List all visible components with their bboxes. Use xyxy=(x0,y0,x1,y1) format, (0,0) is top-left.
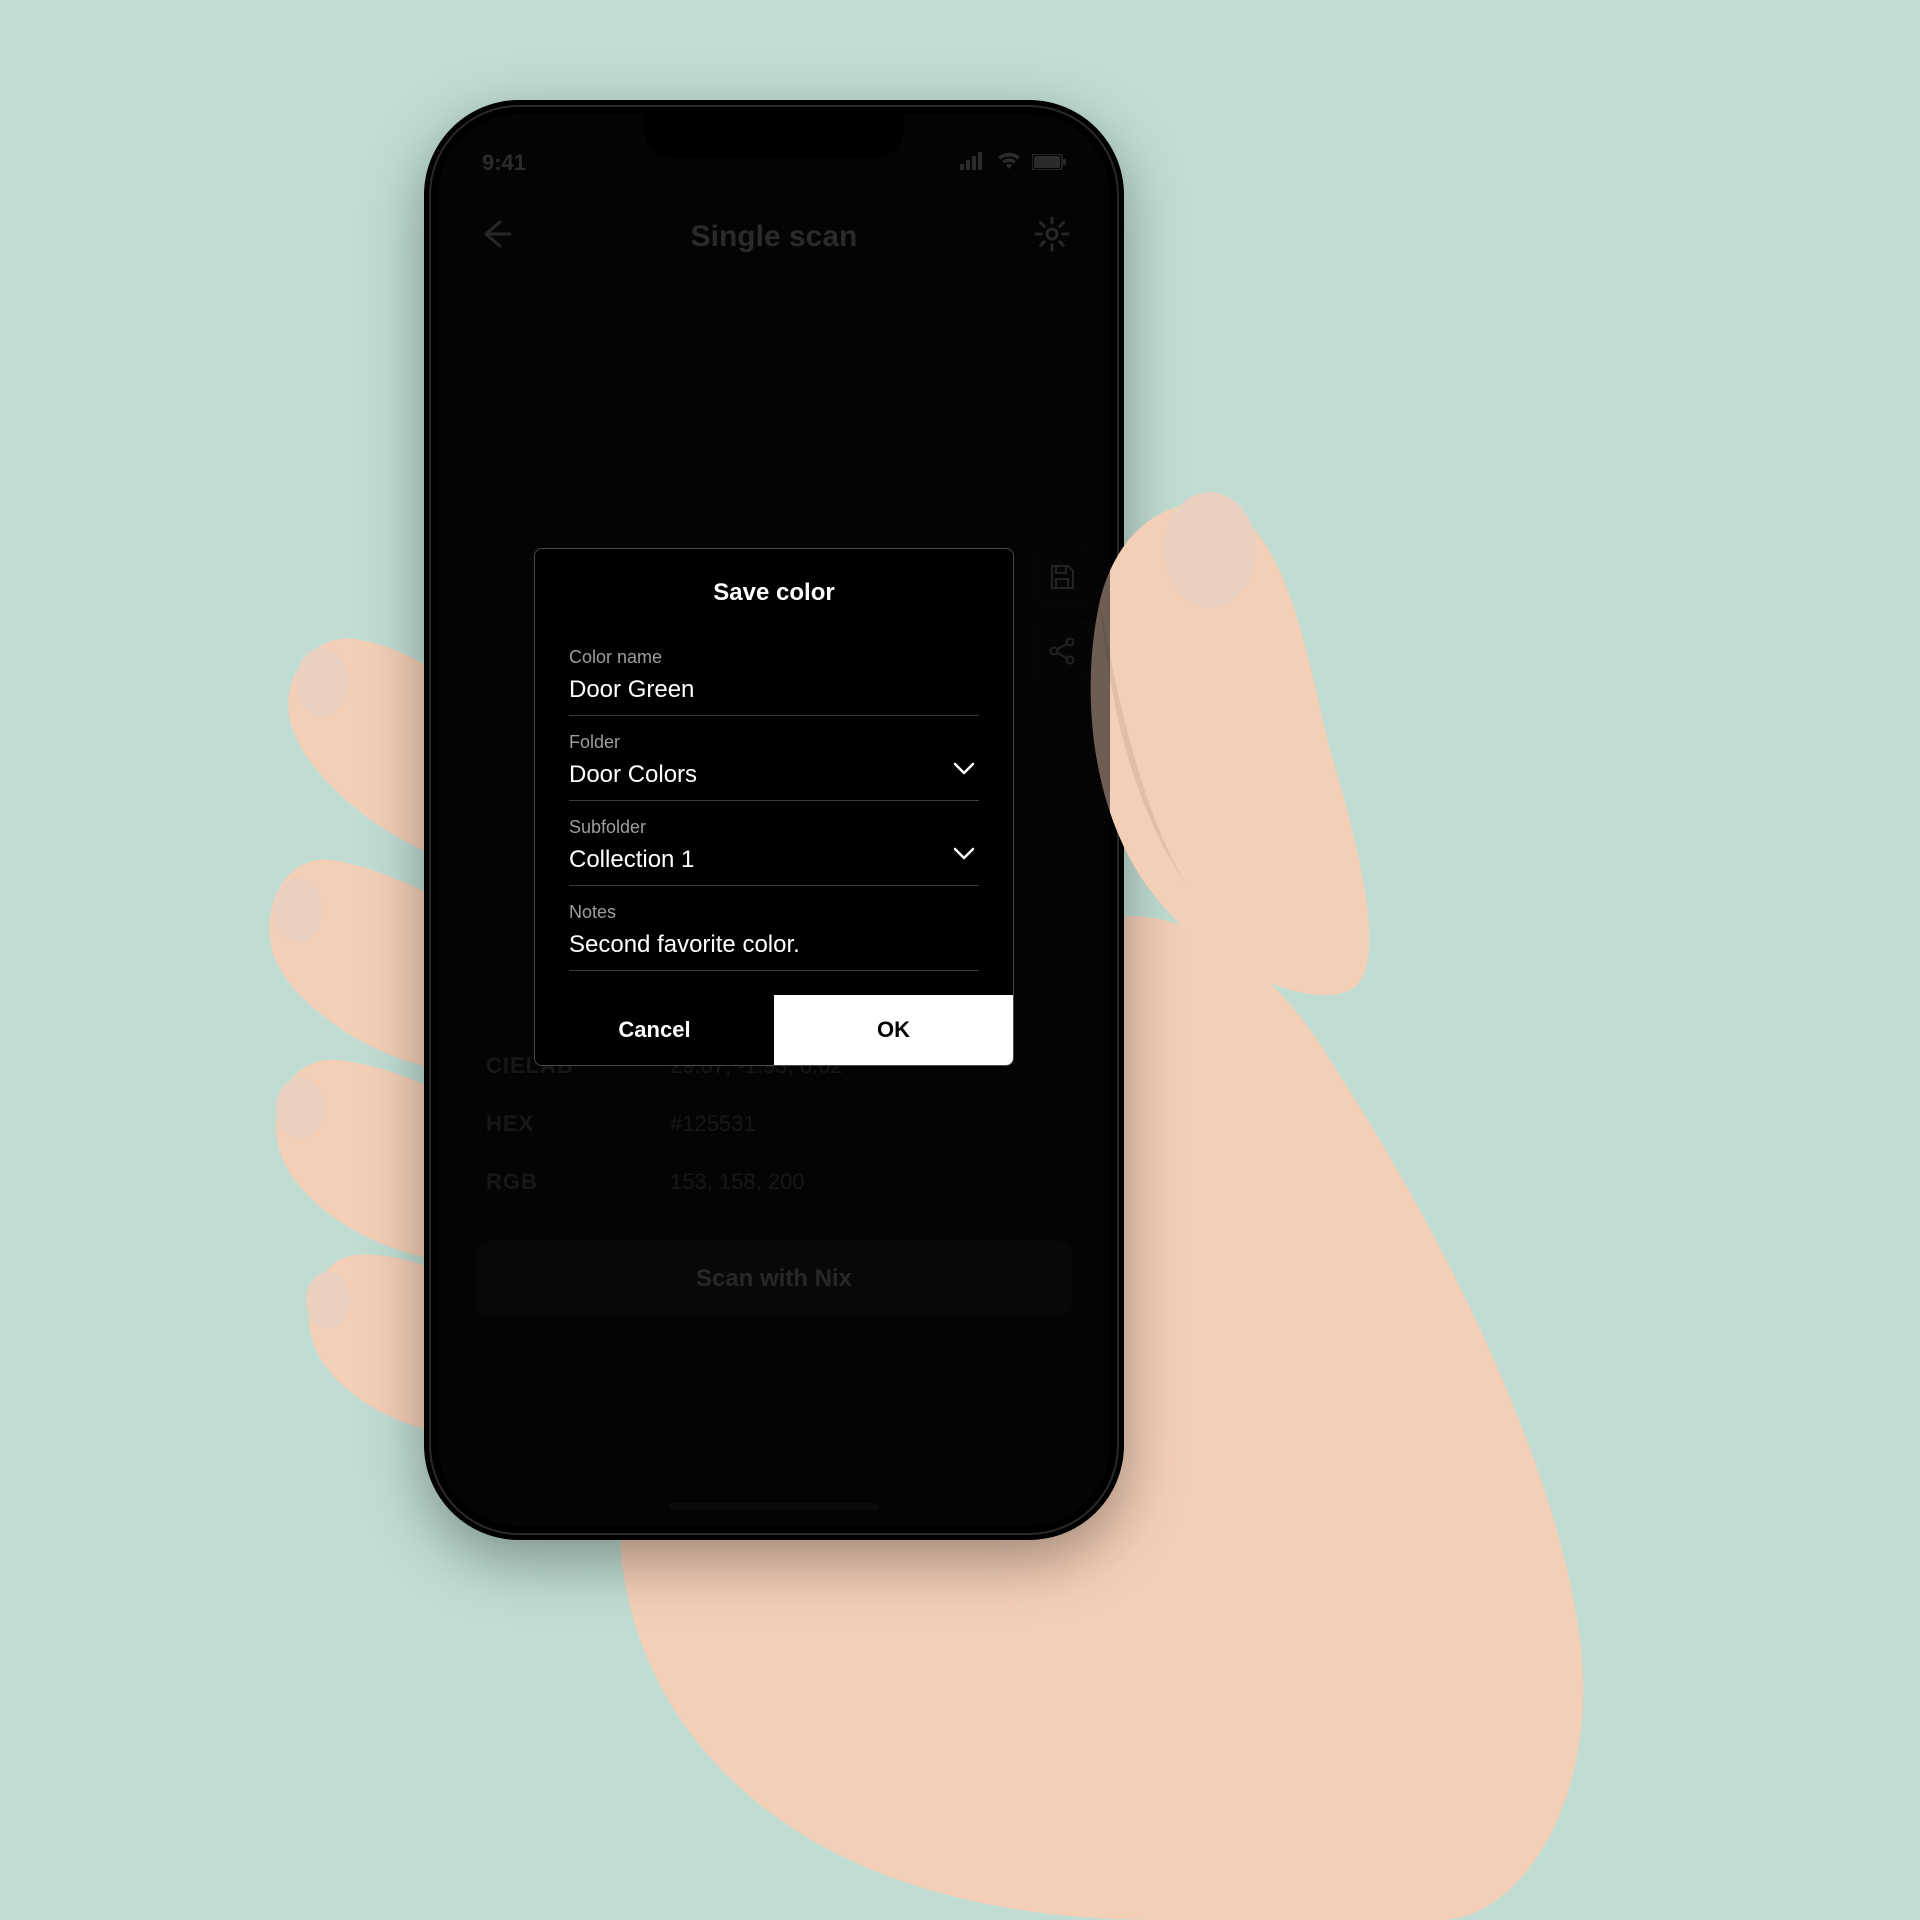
field-label: Subfolder xyxy=(569,817,979,838)
field-label: Color name xyxy=(569,647,979,668)
cancel-button[interactable]: Cancel xyxy=(535,995,774,1065)
folder-field[interactable]: Folder Door Colors xyxy=(569,716,979,801)
chevron-down-icon xyxy=(951,755,977,786)
dialog-title: Save color xyxy=(535,549,1013,631)
save-color-dialog: Save color Color name Door Green Folder … xyxy=(534,548,1014,1067)
phone-frame: 9:41 xyxy=(424,100,1124,1540)
chevron-down-icon xyxy=(951,840,977,871)
field-label: Folder xyxy=(569,732,979,753)
field-value: Door Green xyxy=(569,674,979,705)
modal-backdrop[interactable]: Save color Color name Door Green Folder … xyxy=(438,114,1110,1526)
field-value: Second favorite color. xyxy=(569,929,979,960)
notes-field[interactable]: Notes Second favorite color. xyxy=(569,886,979,971)
field-value: Door Colors xyxy=(569,759,979,790)
subfolder-field[interactable]: Subfolder Collection 1 xyxy=(569,801,979,886)
phone-screen: 9:41 xyxy=(438,114,1110,1526)
field-value: Collection 1 xyxy=(569,844,979,875)
field-label: Notes xyxy=(569,902,979,923)
color-name-field[interactable]: Color name Door Green xyxy=(569,631,979,716)
ok-button[interactable]: OK xyxy=(774,995,1013,1065)
